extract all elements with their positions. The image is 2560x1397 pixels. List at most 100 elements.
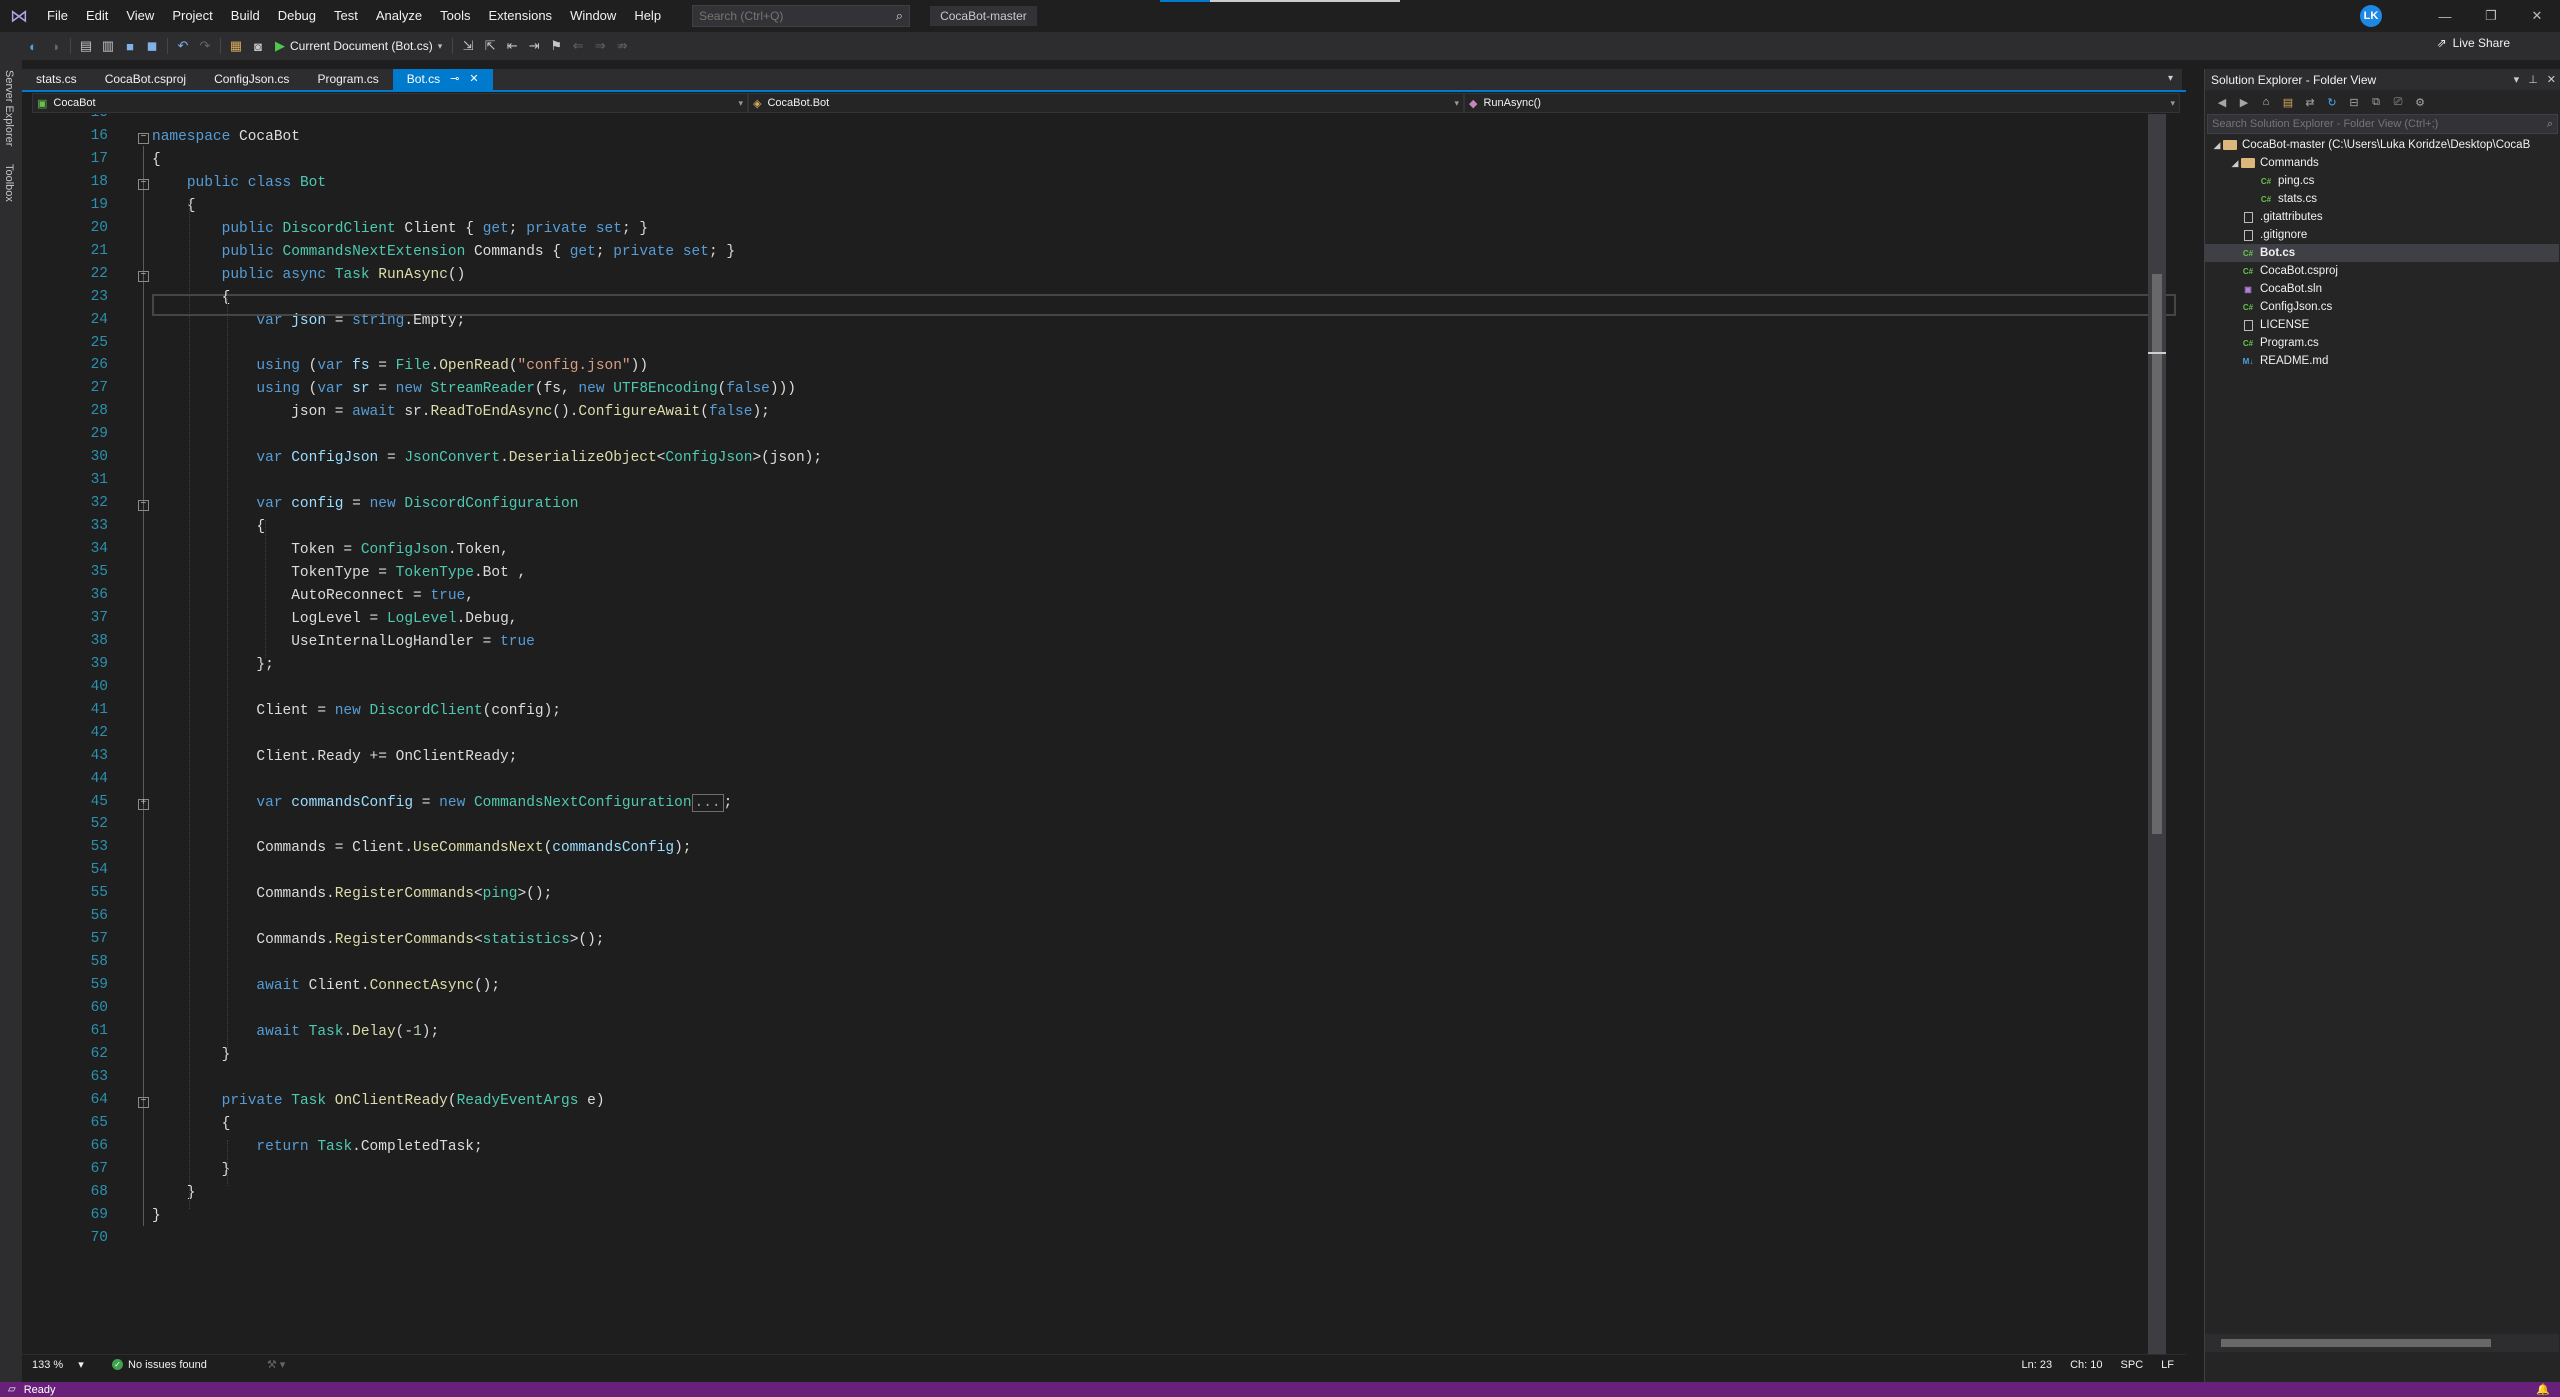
code-line[interactable]: public DiscordClient Client { get; priva… [152, 221, 648, 237]
menu-item-tools[interactable]: Tools [431, 0, 479, 32]
outdent-icon[interactable]: ⇤ [501, 35, 523, 57]
solution-explorer-search[interactable]: ⌕ [2207, 114, 2558, 134]
close-window-icon[interactable]: ✕ [2514, 0, 2560, 32]
switch-views-icon[interactable]: ▤ [2279, 91, 2297, 113]
restore-icon[interactable]: ❐ [2468, 0, 2514, 32]
code-line[interactable]: AutoReconnect = true, [152, 588, 474, 604]
properties-icon[interactable]: ⚙ [2411, 91, 2429, 113]
sync-icon[interactable]: ⇄ [2301, 91, 2319, 113]
expanded-arrow-icon[interactable]: ◢ [2211, 140, 2223, 151]
tree-item[interactable]: .gitignore [2205, 226, 2559, 244]
code-line[interactable]: { [152, 1116, 231, 1132]
code-cleanup-icon[interactable]: ⚒ ▾ [267, 1358, 285, 1371]
code-line[interactable]: await Task.Delay(-1); [152, 1024, 439, 1040]
expanded-arrow-icon[interactable]: ◢ [2229, 158, 2241, 169]
tree-item[interactable]: M↓ README.md [2205, 352, 2559, 370]
code-line[interactable]: } [152, 1162, 231, 1178]
menu-item-project[interactable]: Project [163, 0, 221, 32]
next-bookmark-icon[interactable]: ⇒ [589, 35, 611, 57]
undo-icon[interactable]: ↶ [172, 35, 194, 57]
tree-item[interactable]: ◢ CocaBot-master (C:\Users\Luka Koridze\D… [2205, 136, 2559, 154]
minimize-icon[interactable]: — [2422, 0, 2468, 32]
menu-item-debug[interactable]: Debug [269, 0, 325, 32]
prev-bookmark-icon[interactable]: ⇐ [567, 35, 589, 57]
step-into-icon[interactable]: ⇱ [479, 35, 501, 57]
collapse-region-icon[interactable]: − [138, 178, 149, 190]
server-explorer-tab[interactable]: Server Explorer [3, 70, 15, 146]
close-icon[interactable]: ✕ [469, 69, 478, 90]
indent-icon[interactable]: ⇥ [523, 35, 545, 57]
tree-item[interactable]: C# CocaBot.csproj [2205, 262, 2559, 280]
issues-indicator[interactable]: ✓ No issues found [112, 1359, 207, 1371]
menu-item-build[interactable]: Build [222, 0, 269, 32]
collapse-region-icon[interactable]: − [138, 132, 149, 144]
pin-icon[interactable]: ⊸ [450, 69, 459, 90]
code-line[interactable]: } [152, 1047, 231, 1063]
code-line[interactable]: { [152, 290, 231, 306]
code-line[interactable]: var ConfigJson = JsonConvert.Deserialize… [152, 450, 822, 466]
home-icon[interactable]: ⌂ [2257, 91, 2275, 113]
tree-item[interactable]: .gitattributes [2205, 208, 2559, 226]
tab-configjson-cs[interactable]: ConfigJson.cs [200, 69, 303, 90]
tree-item[interactable]: C# stats.cs [2205, 190, 2559, 208]
whitespace-indicator[interactable]: SPC [2121, 1359, 2144, 1371]
menu-item-test[interactable]: Test [325, 0, 367, 32]
bookmark-icon[interactable]: ⚑ [545, 35, 567, 57]
preview-icon[interactable]: ⎚ [2389, 91, 2407, 113]
forward-icon[interactable]: ▶ [2235, 91, 2253, 113]
code-line[interactable]: } [152, 1208, 161, 1224]
collapse-region-icon[interactable]: − [138, 500, 149, 512]
tab-program-cs[interactable]: Program.cs [303, 69, 392, 90]
clear-bookmarks-icon[interactable]: ⇏ [611, 35, 633, 57]
avatar[interactable]: LK [2360, 5, 2382, 27]
tree-item[interactable]: C# ping.cs [2205, 172, 2559, 190]
tree-item[interactable]: C# Program.cs [2205, 334, 2559, 352]
code-line[interactable]: }; [152, 657, 273, 673]
code-editor[interactable]: 15 16 17 18 19 20 21 22 23 24 25 26 27 28 29 30 31 32 33 34… [32, 114, 2180, 1354]
code-line[interactable]: using (var sr = new StreamReader(fs, new… [152, 381, 796, 397]
back-icon[interactable]: ◐ [22, 35, 44, 57]
back-icon[interactable]: ◀ [2213, 91, 2231, 113]
find-in-files-icon[interactable]: ▦ [225, 35, 247, 57]
collapsed-region[interactable]: ... [691, 793, 724, 812]
code-line[interactable]: TokenType = TokenType.Bot , [152, 565, 526, 581]
code-line[interactable]: { [152, 519, 265, 535]
code-line[interactable]: var json = string.Empty; [152, 313, 465, 329]
code-line[interactable]: Commands = Client.UseCommandsNext(comman… [152, 840, 691, 856]
code-line[interactable]: return Task.CompletedTask; [152, 1139, 482, 1155]
solution-explorer-horizontal-scrollbar[interactable] [2205, 1334, 2559, 1352]
tree-item[interactable]: ◢ Commands [2205, 154, 2559, 172]
search-box[interactable]: ⌕ [692, 5, 911, 27]
tree-item[interactable]: C# ConfigJson.cs [2205, 298, 2559, 316]
toolbox-tab[interactable]: Toolbox [3, 164, 15, 202]
menu-item-view[interactable]: View [117, 0, 163, 32]
zoom-level[interactable]: 133 % ▾ [22, 1358, 92, 1371]
line-ending-indicator[interactable]: LF [2161, 1359, 2174, 1371]
menu-item-window[interactable]: Window [561, 0, 625, 32]
scrollbar-thumb[interactable] [2152, 274, 2162, 834]
code-line[interactable]: Client = new DiscordClient(config); [152, 703, 561, 719]
scrollbar-thumb[interactable] [2221, 1339, 2491, 1347]
menu-item-edit[interactable]: Edit [77, 0, 117, 32]
tab-bot-cs[interactable]: Bot.cs ⊸ ✕ [392, 69, 493, 90]
search-icon[interactable]: ⌕ [2547, 118, 2553, 131]
code-line[interactable]: UseInternalLogHandler = true [152, 634, 535, 650]
menu-item-help[interactable]: Help [625, 0, 670, 32]
collapse-all-icon[interactable]: ⊟ [2345, 91, 2363, 113]
code-line[interactable]: var commandsConfig = new CommandsNextCon… [152, 793, 732, 812]
code-line[interactable]: public async Task RunAsync() [152, 267, 466, 283]
solution-search-input[interactable] [2212, 118, 2547, 130]
step-over-icon[interactable]: ⇲ [457, 35, 479, 57]
menu-item-extensions[interactable]: Extensions [479, 0, 561, 32]
run-button[interactable]: ▶ Current Document (Bot.cs) ▾ [269, 35, 448, 57]
code-line[interactable]: json = await sr.ReadToEndAsync().Configu… [152, 404, 770, 420]
code-line[interactable]: private Task OnClientReady(ReadyEventArg… [152, 1093, 605, 1109]
live-share-button[interactable]: ⇗ Live Share [2437, 36, 2510, 50]
class-dropdown[interactable]: ◈ CocaBot.Bot ▾ [748, 93, 1464, 113]
code-line[interactable]: await Client.ConnectAsync(); [152, 978, 500, 994]
expand-region-icon[interactable]: + [138, 798, 149, 810]
new-project-icon[interactable]: ▤ [75, 35, 97, 57]
show-all-files-icon[interactable]: ⧉ [2367, 91, 2385, 113]
save-icon[interactable]: ■ [119, 35, 141, 57]
code-line[interactable]: namespace CocaBot [152, 129, 300, 145]
